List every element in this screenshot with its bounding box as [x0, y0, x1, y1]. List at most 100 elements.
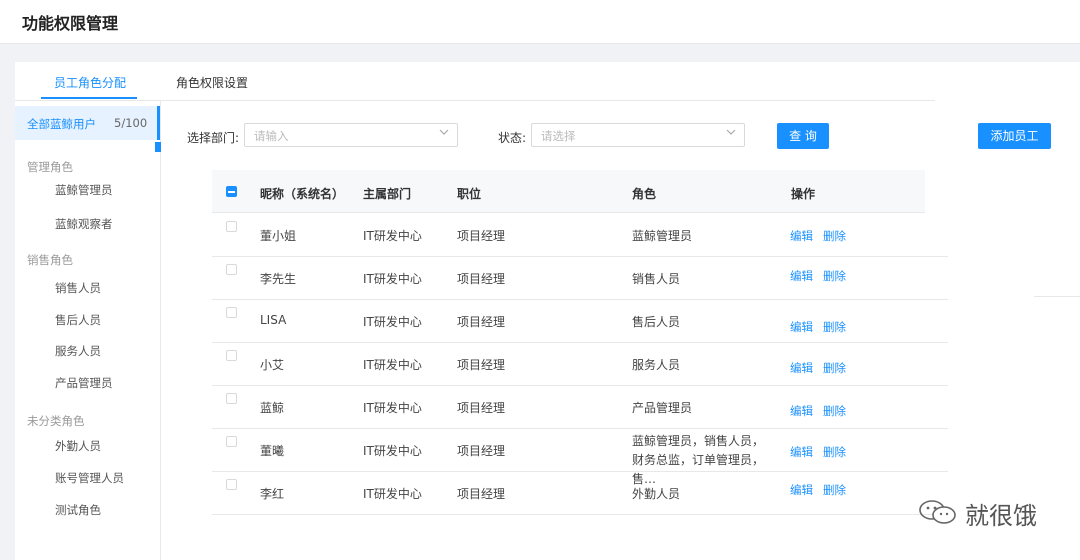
row-checkbox[interactable]	[226, 436, 237, 447]
page-title: 功能权限管理	[22, 14, 119, 33]
tab-bar: 员工角色分配 角色权限设置	[15, 62, 935, 101]
watermark: 就很饿	[918, 495, 1058, 531]
delete-link[interactable]: 删除	[823, 403, 846, 419]
delete-link[interactable]: 删除	[823, 268, 846, 284]
cell-position: 项目经理	[457, 315, 506, 329]
sidebar-item-product-admin[interactable]: 产品管理员	[55, 375, 113, 391]
table-row: 小艾 IT研发中心 项目经理 服务人员 编辑 删除	[212, 342, 948, 386]
row-checkbox[interactable]	[226, 221, 237, 232]
status-select[interactable]: 请选择	[531, 123, 745, 147]
chevron-down-icon	[726, 129, 736, 135]
column-header-actions: 操作	[791, 187, 816, 201]
role-sidebar: 全部蓝鲸用户 5/100 管理角色 蓝鲸管理员 蓝鲸观察者 销售角色 销售人员 …	[15, 100, 161, 560]
edit-link[interactable]: 编辑	[790, 228, 813, 244]
delete-link[interactable]: 删除	[823, 319, 846, 335]
edit-link[interactable]: 编辑	[790, 482, 813, 498]
column-header-position: 职位	[457, 187, 482, 201]
sidebar-resize-handle[interactable]	[155, 142, 161, 152]
department-filter-label: 选择部门:	[187, 131, 240, 145]
cell-nickname: 董小姐	[260, 229, 297, 243]
main-panel: 员工角色分配 角色权限设置 全部蓝鲸用户 5/100 管理角色 蓝鲸管理员 蓝鲸…	[15, 62, 1080, 560]
cell-role: 销售人员	[632, 272, 681, 286]
table-header: 昵称（系统名） 主属部门 职位 角色 操作	[212, 170, 925, 213]
edit-link[interactable]: 编辑	[790, 444, 813, 460]
all-users-label: 全部蓝鲸用户	[27, 117, 96, 131]
sidebar-item-all-users[interactable]: 全部蓝鲸用户 5/100	[15, 106, 160, 140]
column-header-nickname: 昵称（系统名）	[260, 187, 345, 201]
sidebar-item-sales-staff[interactable]: 销售人员	[55, 280, 101, 296]
table-row: 董小姐 IT研发中心 项目经理 蓝鲸管理员 编辑 删除	[212, 213, 948, 257]
add-employee-button[interactable]: 添加员工	[978, 123, 1051, 149]
cell-nickname: LISA	[260, 313, 287, 327]
sidebar-item-bluewhale-observer[interactable]: 蓝鲸观察者	[55, 216, 113, 232]
group-title-sales: 销售角色	[27, 253, 73, 267]
department-select-placeholder: 请输入	[254, 129, 289, 143]
select-all-checkbox[interactable]	[226, 186, 237, 197]
cell-department: IT研发中心	[363, 444, 422, 458]
status-select-placeholder: 请选择	[541, 129, 576, 143]
cell-role: 服务人员	[632, 358, 681, 372]
cell-position: 项目经理	[457, 444, 506, 458]
cell-nickname: 李先生	[260, 272, 297, 286]
row-checkbox[interactable]	[226, 350, 237, 361]
table-row: 李先生 IT研发中心 项目经理 销售人员 编辑 删除	[212, 256, 948, 300]
chevron-down-icon	[439, 129, 449, 135]
edit-link[interactable]: 编辑	[790, 360, 813, 376]
table-row: 董曦 IT研发中心 项目经理 蓝鲸管理员，销售人员，财务总监，订单管理员，售… …	[212, 428, 948, 486]
column-header-department: 主属部门	[363, 187, 412, 201]
top-bar: 功能权限管理	[0, 0, 1080, 44]
cell-role: 产品管理员	[632, 401, 693, 415]
sidebar-item-service-staff[interactable]: 服务人员	[55, 343, 101, 359]
delete-link[interactable]: 删除	[823, 482, 846, 498]
cell-department: IT研发中心	[363, 401, 422, 415]
delete-link[interactable]: 删除	[823, 228, 846, 244]
wechat-icon	[919, 500, 956, 524]
table-row: LISA IT研发中心 项目经理 售后人员 编辑 删除	[212, 299, 948, 343]
cell-role: 售后人员	[632, 315, 681, 329]
cell-position: 项目经理	[457, 358, 506, 372]
cell-position: 项目经理	[457, 229, 506, 243]
cell-position: 项目经理	[457, 487, 506, 501]
cell-department: IT研发中心	[363, 272, 422, 286]
cell-position: 项目经理	[457, 272, 506, 286]
row-checkbox[interactable]	[226, 264, 237, 275]
cell-role: 蓝鲸管理员	[632, 229, 693, 243]
status-filter-label: 状态:	[498, 131, 527, 145]
sidebar-item-bluewhale-admin[interactable]: 蓝鲸管理员	[55, 182, 113, 198]
table-row: 蓝鲸 IT研发中心 项目经理 产品管理员 编辑 删除	[212, 385, 948, 429]
group-title-management: 管理角色	[27, 160, 73, 174]
delete-link[interactable]: 删除	[823, 444, 846, 460]
divider	[1034, 296, 1080, 297]
row-checkbox[interactable]	[226, 307, 237, 318]
table-row: 李红 IT研发中心 项目经理 外勤人员 编辑 删除	[212, 471, 948, 515]
row-checkbox[interactable]	[226, 393, 237, 404]
tab-role-permission-settings[interactable]: 角色权限设置	[176, 74, 248, 91]
row-checkbox[interactable]	[226, 479, 237, 490]
cell-department: IT研发中心	[363, 358, 422, 372]
delete-link[interactable]: 删除	[823, 360, 846, 376]
cell-position: 项目经理	[457, 401, 506, 415]
group-title-uncategorized: 未分类角色	[27, 414, 85, 428]
department-select[interactable]: 请输入	[244, 123, 458, 147]
cell-department: IT研发中心	[363, 487, 422, 501]
cell-nickname: 小艾	[260, 358, 285, 372]
all-users-count: 5/100	[114, 116, 148, 130]
column-header-role: 角色	[632, 187, 657, 201]
sidebar-item-test-role[interactable]: 测试角色	[55, 502, 101, 518]
watermark-text: 就很饿	[965, 502, 1037, 530]
edit-link[interactable]: 编辑	[790, 403, 813, 419]
cell-department: IT研发中心	[363, 315, 422, 329]
active-tab-indicator	[41, 97, 137, 99]
tab-employee-role-assignment[interactable]: 员工角色分配	[54, 74, 126, 91]
query-button[interactable]: 查 询	[777, 123, 829, 149]
cell-nickname: 蓝鲸	[260, 401, 285, 415]
sidebar-item-after-sales-staff[interactable]: 售后人员	[55, 312, 101, 328]
edit-link[interactable]: 编辑	[790, 319, 813, 335]
edit-link[interactable]: 编辑	[790, 268, 813, 284]
cell-nickname: 董曦	[260, 444, 285, 458]
cell-role: 外勤人员	[632, 487, 681, 501]
sidebar-item-field-staff[interactable]: 外勤人员	[55, 438, 101, 454]
cell-department: IT研发中心	[363, 229, 422, 243]
sidebar-item-account-admin[interactable]: 账号管理人员	[55, 470, 124, 486]
cell-nickname: 李红	[260, 487, 285, 501]
